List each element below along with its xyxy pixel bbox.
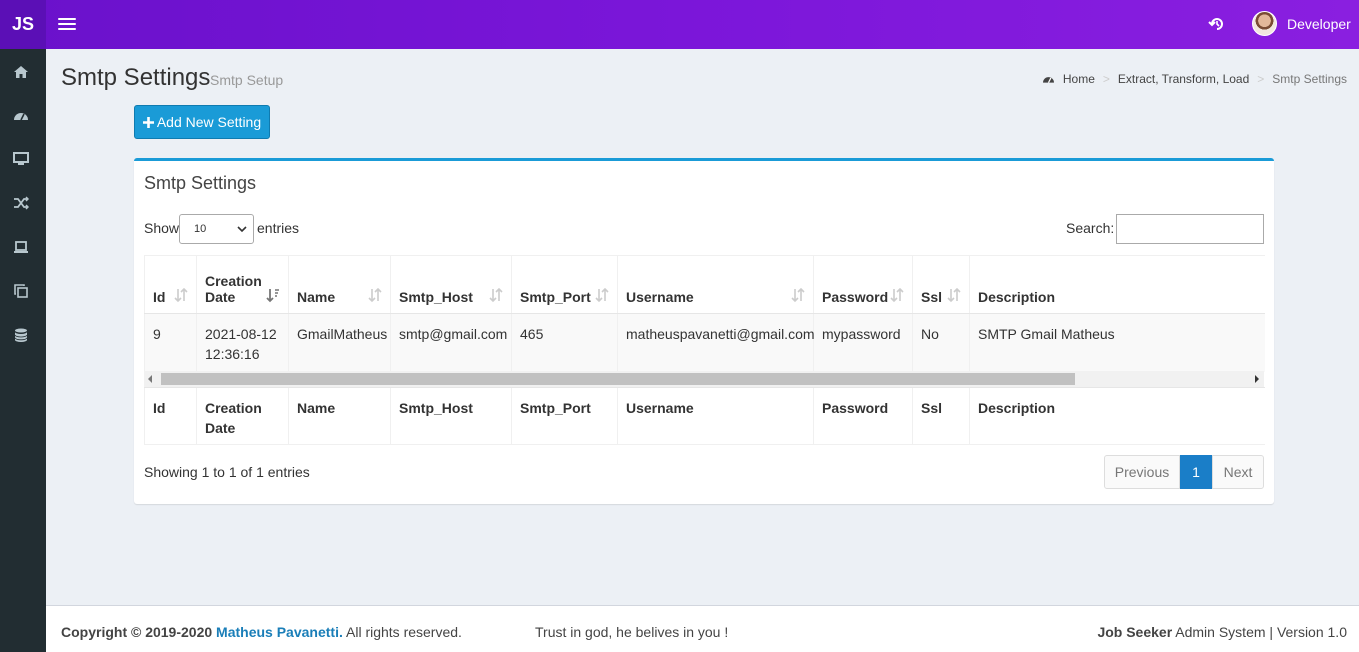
breadcrumb-home[interactable]: Home — [1063, 72, 1095, 86]
search-input[interactable] — [1116, 214, 1264, 244]
top-navbar: JS Developer — [0, 0, 1359, 49]
footer-id: Id — [144, 387, 197, 445]
previous-page-button[interactable]: Previous — [1104, 455, 1180, 489]
sidebar — [0, 49, 46, 652]
copyright-prefix: Copyright © 2019-2020 — [61, 624, 213, 640]
table-info: Showing 1 to 1 of 1 entries — [144, 464, 310, 480]
cell-password: mypassword — [813, 314, 913, 372]
add-new-setting-button[interactable]: Add New Setting — [134, 105, 270, 139]
scroll-right-icon[interactable] — [1255, 375, 1259, 383]
page-1-button[interactable]: 1 — [1180, 455, 1212, 489]
smtp-settings-box: Smtp Settings Show 10 entries Search: Id… — [134, 158, 1274, 504]
sort-icon — [791, 287, 805, 303]
desktop-icon[interactable] — [13, 152, 29, 166]
footer-smtp-host: Smtp_Host — [390, 387, 512, 445]
version-info: Job Seeker Admin System | Version 1.0 — [1097, 624, 1347, 640]
sidebar-toggle-icon[interactable] — [58, 14, 76, 34]
footer-creation-date: Creation Date — [196, 387, 289, 445]
cell-ssl: No — [912, 314, 970, 372]
random-icon[interactable] — [13, 196, 29, 210]
cell-smtp-host: smtp@gmail.com — [390, 314, 512, 372]
column-header-description[interactable]: Description — [969, 255, 1265, 314]
cell-name: GmailMatheus — [288, 314, 391, 372]
cell-creation-date: 2021-08-12 12:36:16 — [196, 314, 289, 372]
footer-motto: Trust in god, he belives in you ! — [535, 624, 729, 640]
copy-icon[interactable] — [13, 284, 29, 298]
footer-smtp-port: Smtp_Port — [511, 387, 618, 445]
column-header-id[interactable]: Id — [144, 255, 197, 314]
plus-icon — [142, 116, 154, 128]
column-header-ssl[interactable]: Ssl — [912, 255, 970, 314]
breadcrumb: Home > Extract, Transform, Load > Smtp S… — [1042, 72, 1347, 86]
page-subtitle: Smtp Setup — [210, 72, 284, 88]
footer-username: Username — [617, 387, 814, 445]
scroll-left-icon[interactable] — [148, 375, 152, 383]
rights-text: All rights reserved. — [342, 624, 462, 640]
table-footer: Id Creation Date Name Smtp_Host Smtp_Por… — [144, 387, 1265, 445]
box-title: Smtp Settings — [144, 173, 257, 193]
user-menu[interactable]: Developer — [1287, 16, 1351, 32]
home-icon[interactable] — [13, 65, 29, 79]
app-logo[interactable]: JS — [0, 0, 46, 49]
column-header-smtp-port[interactable]: Smtp_Port — [511, 255, 618, 314]
footer-password: Password — [813, 387, 913, 445]
page-footer: Copyright © 2019-2020 Matheus Pavanetti.… — [46, 605, 1359, 652]
column-header-password[interactable]: Password — [813, 255, 913, 314]
scrollbar-thumb[interactable] — [161, 373, 1075, 385]
laptop-icon[interactable] — [13, 240, 29, 254]
breadcrumb-etl[interactable]: Extract, Transform, Load — [1118, 72, 1249, 86]
column-header-creation-date[interactable]: Creation Date — [196, 255, 289, 314]
breadcrumb-separator: > — [1257, 72, 1265, 86]
author-link[interactable]: Matheus Pavanetti. — [216, 624, 343, 640]
page-length-value: 10 — [194, 223, 207, 235]
table-header: Id Creation Date Name Smtp_Host Smtp_Por… — [144, 255, 1265, 314]
footer-ssl: Ssl — [912, 387, 970, 445]
dashboard-icon[interactable] — [13, 109, 29, 123]
column-header-name[interactable]: Name — [288, 255, 391, 314]
product-name: Job Seeker — [1097, 624, 1173, 640]
cell-id: 9 — [144, 314, 197, 372]
sort-icon — [947, 287, 961, 303]
sort-icon — [489, 287, 503, 303]
pagination: Previous 1 Next — [1104, 455, 1264, 489]
copyright: Copyright © 2019-2020 Matheus Pavanetti.… — [61, 624, 462, 640]
avatar[interactable] — [1252, 11, 1277, 36]
cell-description: SMTP Gmail Matheus — [969, 314, 1265, 372]
breadcrumb-separator: > — [1102, 72, 1110, 86]
sort-icon — [890, 287, 904, 303]
show-label: Show — [144, 220, 180, 236]
logo-text: JS — [11, 14, 35, 34]
entries-label: entries — [257, 220, 300, 236]
column-header-smtp-host[interactable]: Smtp_Host — [390, 255, 512, 314]
search-label: Search: — [1066, 220, 1115, 236]
table-row[interactable]: 9 2021-08-12 12:36:16 GmailMatheus smtp@… — [144, 314, 1265, 372]
version-text: Admin System | Version 1.0 — [1172, 624, 1347, 640]
breadcrumb-current: Smtp Settings — [1272, 72, 1347, 86]
sort-icon — [368, 287, 382, 303]
chevron-down-icon — [237, 226, 247, 233]
cell-smtp-port: 465 — [511, 314, 618, 372]
page-title: Smtp Settings — [61, 64, 211, 91]
dashboard-icon — [1042, 76, 1054, 83]
cell-username: matheuspavanetti@gmail.com — [617, 314, 815, 372]
column-header-username[interactable]: Username — [617, 255, 814, 314]
next-page-button[interactable]: Next — [1212, 455, 1264, 489]
page-length-select[interactable]: 10 — [179, 214, 254, 244]
footer-description: Description — [969, 387, 1265, 445]
history-icon[interactable] — [1208, 15, 1226, 33]
sort-icon — [174, 287, 188, 303]
add-button-label: Add New Setting — [156, 114, 262, 130]
sort-icon — [595, 287, 609, 303]
sort-desc-icon — [266, 289, 279, 303]
database-icon[interactable] — [13, 328, 29, 342]
table-body: 9 2021-08-12 12:36:16 GmailMatheus smtp@… — [144, 314, 1265, 372]
footer-name: Name — [288, 387, 391, 445]
horizontal-scrollbar[interactable] — [144, 371, 1264, 387]
